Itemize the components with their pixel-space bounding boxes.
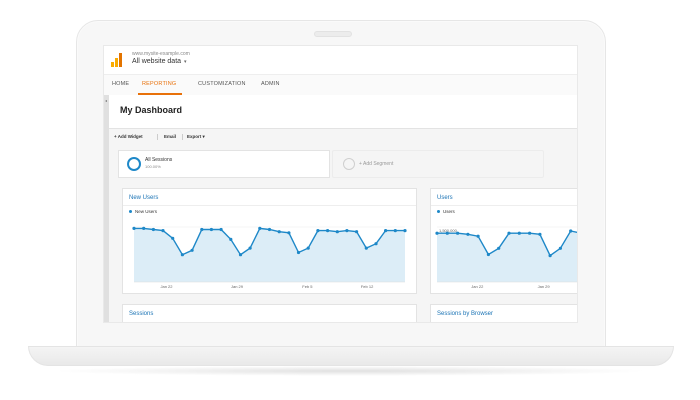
data-point[interactable] [486, 252, 490, 257]
data-point[interactable] [306, 246, 310, 250]
nav-customization[interactable]: CUSTOMIZATION [198, 81, 246, 87]
data-point[interactable] [161, 229, 165, 233]
data-point[interactable] [445, 231, 449, 235]
widget-new-users[interactable]: New Users New Users 503,000251,000Jan 22… [122, 188, 417, 294]
data-point[interactable] [180, 253, 184, 257]
data-point[interactable] [238, 253, 243, 257]
data-point[interactable] [229, 237, 233, 241]
data-point[interactable] [277, 230, 281, 234]
data-point[interactable] [248, 246, 252, 250]
data-point[interactable] [393, 229, 397, 233]
data-point[interactable] [517, 231, 521, 235]
series-area [134, 228, 405, 282]
collapse-arrow-icon[interactable]: ◂ [105, 98, 107, 103]
data-point[interactable] [335, 230, 339, 234]
data-point[interactable] [267, 227, 272, 232]
add-segment-label: + Add Segment [359, 161, 394, 167]
data-point[interactable] [296, 250, 301, 255]
data-point[interactable] [132, 226, 136, 230]
empty-segment-ring-icon [343, 158, 355, 170]
data-point[interactable] [190, 248, 194, 252]
data-point[interactable] [569, 229, 573, 233]
data-point[interactable] [507, 231, 511, 235]
data-point[interactable] [364, 246, 368, 250]
segment-percent: 100.00% [145, 164, 161, 169]
nav-reporting[interactable]: REPORTING [142, 81, 176, 87]
data-point[interactable] [548, 254, 552, 258]
data-point[interactable] [316, 229, 320, 233]
x-tick-label: Jan 29 [231, 284, 244, 289]
data-point[interactable] [345, 229, 349, 233]
data-point[interactable] [219, 227, 223, 232]
toolbar-divider [182, 134, 183, 140]
series-area [437, 231, 577, 282]
data-point[interactable] [287, 231, 291, 235]
property-selector[interactable]: All website data ▾ [132, 58, 187, 65]
widget-sessions-by-browser[interactable]: Sessions by Browser [430, 304, 577, 322]
new-users-chart[interactable]: 503,000251,000Jan 22Jan 29Feb 5Feb 12 [123, 189, 416, 293]
nav-home[interactable]: HOME [112, 81, 129, 87]
dashboard-toolbar: + Add Widget Email Export ▾ [109, 129, 577, 145]
page-title: My Dashboard [120, 105, 183, 115]
x-tick-label: Feb 5 [302, 284, 313, 289]
data-point[interactable] [558, 246, 562, 250]
data-point[interactable] [258, 226, 262, 230]
widget-sessions[interactable]: Sessions [122, 304, 417, 322]
data-point[interactable] [538, 232, 542, 236]
segment-all-sessions[interactable]: All Sessions 100.00% [118, 150, 330, 178]
chevron-down-icon: ▾ [184, 59, 187, 65]
export-button[interactable]: Export ▾ [187, 134, 205, 140]
email-button[interactable]: Email [164, 134, 176, 139]
laptop-base [28, 346, 674, 366]
top-bar: www.mysite-example.com All website data ▾ [104, 46, 577, 74]
nav-admin[interactable]: ADMIN [261, 81, 280, 87]
widget-users[interactable]: Users Users 1,500,000750,000Jan 22Jan 29 [430, 188, 578, 294]
dashboard-content: My Dashboard + Add Widget Email Export ▾… [109, 95, 577, 322]
data-point[interactable] [466, 232, 470, 236]
x-tick-label: Jan 22 [471, 284, 484, 289]
x-tick-label: Feb 12 [361, 284, 374, 289]
add-segment-button[interactable]: + Add Segment [332, 150, 544, 178]
widget-title: Sessions [129, 311, 154, 317]
property-name: All website data [132, 58, 182, 65]
data-point[interactable] [209, 227, 213, 232]
data-point[interactable] [456, 231, 460, 235]
data-point[interactable] [200, 227, 204, 232]
data-point[interactable] [528, 231, 532, 235]
users-chart[interactable]: 1,500,000750,000Jan 22Jan 29 [431, 189, 578, 293]
laptop-shadow [50, 366, 650, 376]
data-point[interactable] [403, 229, 407, 233]
data-point[interactable] [435, 231, 439, 235]
segment-name: All Sessions [145, 157, 173, 163]
data-point[interactable] [355, 230, 359, 234]
toolbar-divider [157, 134, 158, 140]
data-point[interactable] [326, 229, 330, 233]
segment-ring-icon [127, 157, 141, 171]
analytics-logo-icon[interactable] [111, 53, 125, 67]
dashboard-header: My Dashboard [109, 95, 577, 129]
data-point[interactable] [142, 226, 146, 230]
add-widget-button[interactable]: + Add Widget [114, 134, 143, 139]
webcam [314, 31, 352, 37]
widget-title: Sessions by Browser [437, 311, 494, 317]
screen: www.mysite-example.com All website data ▾… [103, 45, 578, 323]
x-tick-label: Jan 22 [160, 284, 173, 289]
data-point[interactable] [476, 234, 480, 238]
site-url: www.mysite-example.com [132, 51, 190, 57]
data-point[interactable] [171, 236, 175, 240]
data-point[interactable] [374, 242, 378, 246]
data-point[interactable] [151, 227, 155, 232]
data-point[interactable] [497, 246, 501, 250]
x-tick-label: Jan 29 [538, 284, 551, 289]
data-point[interactable] [384, 229, 388, 233]
